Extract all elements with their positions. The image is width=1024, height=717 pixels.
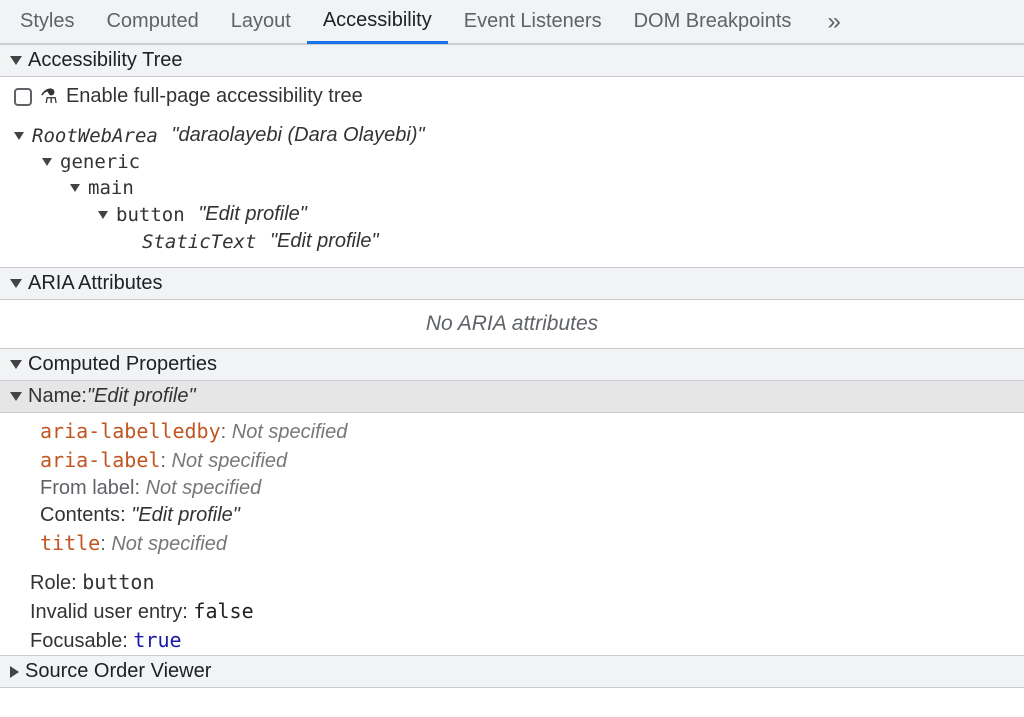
prop-focusable: Focusable: true bbox=[30, 626, 1024, 655]
prop-value: Not specified bbox=[172, 450, 288, 472]
section-title: Accessibility Tree bbox=[28, 49, 183, 72]
disclosure-triangle-icon bbox=[10, 392, 22, 401]
section-computed-header[interactable]: Computed Properties bbox=[0, 348, 1024, 381]
tab-accessibility[interactable]: Accessibility bbox=[307, 0, 448, 44]
prop-aria-labelledby: aria-labelledby: Not specified bbox=[40, 417, 1010, 446]
section-source-order-header[interactable]: Source Order Viewer bbox=[0, 655, 1024, 688]
prop-value: false bbox=[193, 599, 253, 623]
tree-node-button[interactable]: button "Edit profile" bbox=[14, 201, 1010, 228]
devtools-tabs: Styles Computed Layout Accessibility Eve… bbox=[0, 0, 1024, 44]
tree-node-main[interactable]: main bbox=[14, 175, 1010, 201]
prop-contents: Contents: "Edit profile" bbox=[40, 502, 1010, 529]
prop-value: "Edit profile" bbox=[131, 504, 240, 526]
prop-title: title: Not specified bbox=[40, 529, 1010, 558]
prop-key: title bbox=[40, 531, 100, 555]
computed-name-value: "Edit profile" bbox=[87, 385, 196, 408]
prop-value: Not specified bbox=[232, 421, 348, 443]
tree-name: "Edit profile" bbox=[270, 230, 379, 253]
disclosure-triangle-icon bbox=[10, 56, 22, 65]
prop-value: true bbox=[133, 628, 181, 652]
prop-aria-label: aria-label: Not specified bbox=[40, 446, 1010, 475]
prop-key: aria-labelledby bbox=[40, 419, 221, 443]
disclosure-triangle-icon bbox=[10, 666, 19, 678]
tree-role: RootWebArea bbox=[32, 125, 158, 147]
prop-key: Role bbox=[30, 572, 71, 594]
tree-name: "Edit profile" bbox=[198, 203, 307, 226]
tab-styles[interactable]: Styles bbox=[4, 0, 90, 44]
chevron-down-icon bbox=[42, 158, 52, 166]
tree-role: main bbox=[88, 177, 134, 199]
chevron-down-icon bbox=[14, 132, 24, 140]
prop-key: aria-label bbox=[40, 448, 160, 472]
tab-event-listeners[interactable]: Event Listeners bbox=[448, 0, 618, 44]
prop-value: button bbox=[82, 570, 154, 594]
section-aria-header[interactable]: ARIA Attributes bbox=[0, 267, 1024, 300]
section-accessibility-tree-header[interactable]: Accessibility Tree bbox=[0, 44, 1024, 77]
enable-fullpage-checkbox[interactable] bbox=[14, 88, 32, 106]
tree-node-statictext[interactable]: StaticText "Edit profile" bbox=[14, 228, 1010, 255]
accessibility-tree-panel: ⚗ Enable full-page accessibility tree Ro… bbox=[0, 77, 1024, 267]
tree-name: "daraolayebi (Dara Olayebi)" bbox=[171, 124, 424, 147]
enable-fullpage-label: Enable full-page accessibility tree bbox=[66, 85, 363, 108]
prop-value: Not specified bbox=[146, 477, 262, 499]
section-title: Computed Properties bbox=[28, 353, 217, 376]
tree-node-root[interactable]: RootWebArea "daraolayebi (Dara Olayebi)" bbox=[14, 122, 1010, 149]
disclosure-triangle-icon bbox=[10, 360, 22, 369]
prop-role: Role: button bbox=[30, 568, 1024, 597]
computed-name-sources: aria-labelledby: Not specified aria-labe… bbox=[0, 413, 1024, 568]
prop-value: Not specified bbox=[111, 533, 227, 555]
tab-dom-breakpoints[interactable]: DOM Breakpoints bbox=[618, 0, 808, 44]
prop-key: Focusable bbox=[30, 630, 122, 652]
tree-role: generic bbox=[60, 151, 140, 173]
computed-name-label: Name: bbox=[28, 385, 87, 408]
tree-role: StaticText bbox=[142, 231, 256, 253]
tree-node-generic[interactable]: generic bbox=[14, 149, 1010, 175]
prop-from-label: From label: Not specified bbox=[40, 475, 1010, 502]
tab-layout[interactable]: Layout bbox=[215, 0, 307, 44]
chevron-down-icon bbox=[70, 184, 80, 192]
section-title: ARIA Attributes bbox=[28, 272, 163, 295]
tabs-overflow-button[interactable]: » bbox=[815, 8, 852, 36]
tree-role: button bbox=[116, 204, 185, 226]
prop-invalid-user-entry: Invalid user entry: false bbox=[30, 597, 1024, 626]
prop-key: From label bbox=[40, 477, 134, 499]
computed-name-header[interactable]: Name: "Edit profile" bbox=[0, 381, 1024, 413]
computed-other-props: Role: button Invalid user entry: false F… bbox=[0, 568, 1024, 655]
disclosure-triangle-icon bbox=[10, 279, 22, 288]
experiment-flask-icon: ⚗ bbox=[40, 87, 58, 107]
aria-empty-message: No ARIA attributes bbox=[0, 300, 1024, 348]
prop-key: Contents bbox=[40, 504, 120, 526]
tab-computed[interactable]: Computed bbox=[90, 0, 214, 44]
enable-fullpage-row: ⚗ Enable full-page accessibility tree bbox=[14, 85, 1010, 108]
section-title: Source Order Viewer bbox=[25, 660, 211, 683]
prop-key: Invalid user entry bbox=[30, 601, 182, 623]
chevron-down-icon bbox=[98, 211, 108, 219]
